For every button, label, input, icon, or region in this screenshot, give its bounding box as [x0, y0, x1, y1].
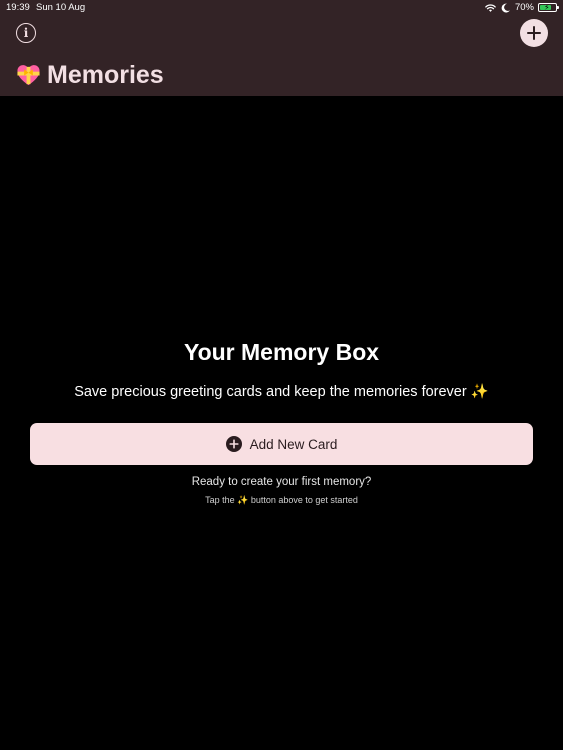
- title-row: Memories: [16, 60, 164, 90]
- plus-icon: [527, 26, 541, 40]
- app-screen: 19:39 Sun 10 Aug 70% ⚡ i Memories Your M…: [0, 0, 563, 750]
- page-title: Memories: [47, 61, 164, 89]
- moon-icon: [501, 3, 510, 12]
- status-date: Sun 10 Aug: [36, 2, 86, 13]
- add-card-top-button[interactable]: [520, 19, 548, 47]
- wifi-icon: [485, 3, 496, 12]
- empty-state-subtitle: Save precious greeting cards and keep th…: [74, 384, 489, 400]
- battery-percentage: 70%: [514, 2, 534, 13]
- plus-circle-icon: [225, 436, 242, 452]
- empty-state-hint: Ready to create your first memory?: [191, 476, 372, 488]
- add-new-card-label: Add New Card: [249, 436, 338, 452]
- status-bar: 19:39 Sun 10 Aug 70% ⚡: [0, 0, 563, 16]
- empty-state-hint-detail: Tap the ✨ button above to get started: [205, 495, 358, 505]
- status-indicators: 70% ⚡: [485, 2, 559, 13]
- info-button[interactable]: i: [16, 23, 36, 43]
- add-new-card-button[interactable]: Add New Card: [30, 423, 533, 465]
- battery-charging-icon: ⚡: [538, 3, 559, 12]
- empty-state-title: Your Memory Box: [183, 339, 380, 365]
- status-time: 19:39: [6, 2, 30, 13]
- info-icon: i: [23, 26, 29, 40]
- heart-with-ribbon-icon: [17, 64, 40, 85]
- charging-bolt-icon: ⚡: [544, 3, 550, 12]
- nav-header: 19:39 Sun 10 Aug 70% ⚡ i Memories: [0, 0, 563, 96]
